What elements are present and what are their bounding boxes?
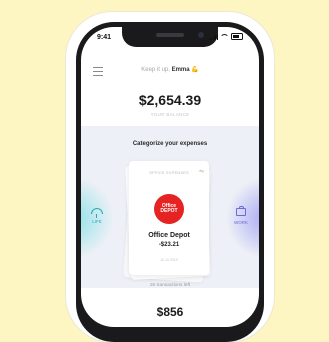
user-name: Emma: [171, 67, 190, 73]
life-category-label: LIFE: [92, 219, 102, 224]
flex-emoji-icon: 💪: [191, 67, 199, 73]
briefcase-icon: [236, 206, 246, 216]
merchant-name: Office Depot: [148, 232, 190, 239]
categorize-title: Categorize your expenses: [132, 141, 208, 147]
transaction-amount: -$23.21: [158, 242, 180, 248]
office-depot-logo: Office DEPOT: [154, 194, 184, 224]
next-section-amount: $856: [156, 305, 184, 319]
balance-amount: $2,654.39: [138, 92, 202, 108]
umbrella-icon: [91, 208, 103, 218]
transaction-date: 10.10.2019: [160, 258, 178, 262]
card-category: OFFICE EXPENSES: [149, 171, 189, 175]
greeting-prefix: Keep it up,: [141, 67, 170, 73]
greeting-text: Keep it up, Emma 💪: [81, 66, 259, 73]
transactions-remaining: 26 transactions left: [149, 283, 191, 288]
split-icon[interactable]: ⇋: [199, 168, 204, 175]
life-category-target[interactable]: LIFE: [85, 206, 109, 224]
balance-label: YOUR BALANCE: [150, 112, 190, 117]
work-category-label: WORK: [234, 220, 248, 225]
app-content: Keep it up, Emma 💪 $2,654.39 YOUR BALANC…: [81, 27, 259, 327]
work-category-target[interactable]: WORK: [229, 206, 253, 225]
